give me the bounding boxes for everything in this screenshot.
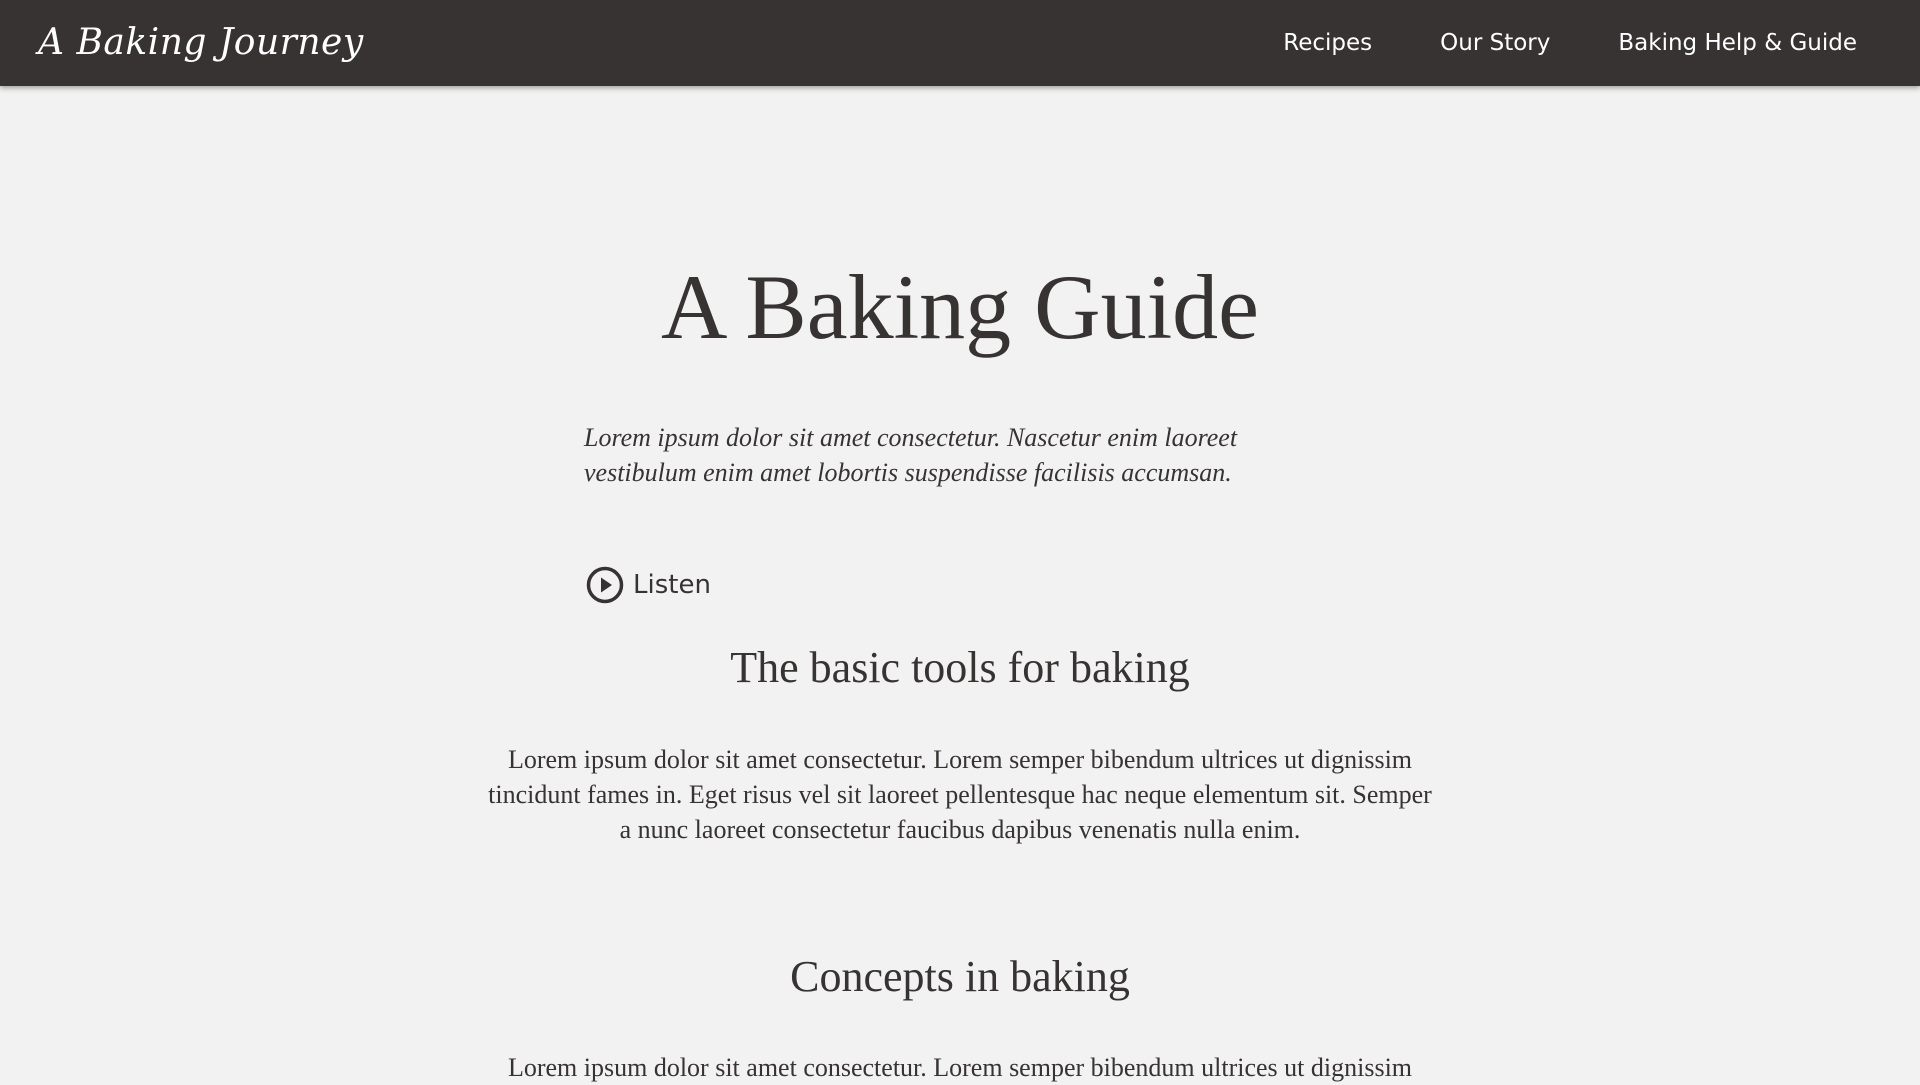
nav-links: Recipes Our Story Baking Help & Guide xyxy=(1215,0,1857,86)
section-body-basic-tools: Lorem ipsum dolor sit amet consectetur. … xyxy=(488,745,1432,844)
section-heading-concepts: Concepts in baking xyxy=(790,952,1130,1001)
nav-link-our-story[interactable]: Our Story xyxy=(1440,30,1550,56)
intro-text: Lorem ipsum dolor sit amet consectetur. … xyxy=(584,423,1238,487)
site-logo[interactable]: A Baking Journey xyxy=(38,0,364,86)
nav-link-baking-help-guide[interactable]: Baking Help & Guide xyxy=(1618,30,1857,56)
page-title: A Baking Guide xyxy=(661,256,1259,358)
play-circle-icon xyxy=(586,566,624,604)
listen-button[interactable]: Listen xyxy=(586,564,711,606)
listen-label: Listen xyxy=(633,570,711,600)
nav-link-recipes[interactable]: Recipes xyxy=(1283,30,1372,56)
top-navigation-bar: A Baking Journey Recipes Our Story Bakin… xyxy=(0,0,1920,86)
section-heading-basic-tools: The basic tools for baking xyxy=(730,643,1190,692)
